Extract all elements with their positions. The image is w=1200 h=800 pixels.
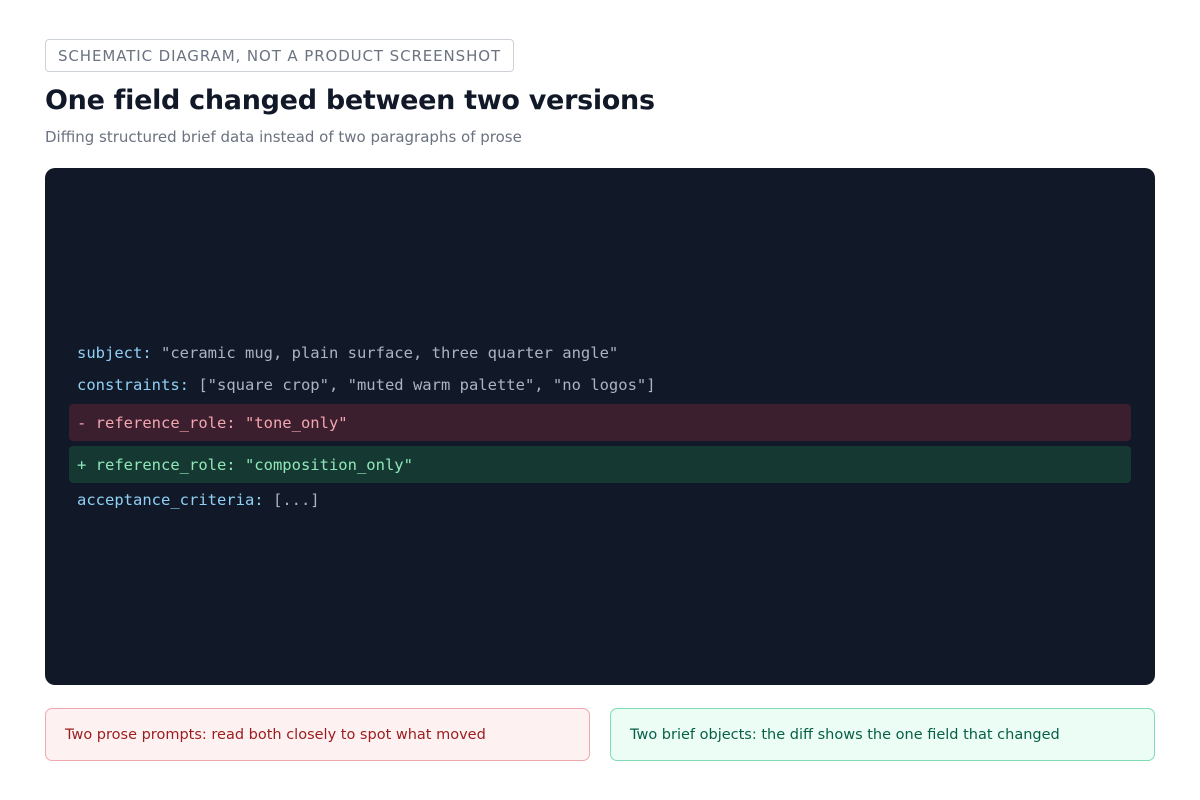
diff-added-line: + reference_role: "composition_only" <box>69 446 1131 483</box>
constraints-value: ["square crop", "muted warm palette", "n… <box>198 376 656 394</box>
acceptance-key: acceptance_criteria: <box>77 491 264 509</box>
subject-key: subject: <box>77 344 152 362</box>
diagram-tag: SCHEMATIC DIAGRAM, NOT A PRODUCT SCREENS… <box>45 39 515 72</box>
code-diff-panel: subject: "ceramic mug, plain surface, th… <box>45 168 1155 685</box>
page-subtitle: Diffing structured brief data instead of… <box>45 128 522 146</box>
diff-removed-line: - reference_role: "tone_only" <box>69 404 1131 441</box>
constraints-key: constraints: <box>77 376 189 394</box>
code-line-acceptance: acceptance_criteria: [...] <box>77 490 320 510</box>
diagram-page: SCHEMATIC DIAGRAM, NOT A PRODUCT SCREENS… <box>0 0 1200 800</box>
code-line-constraints: constraints: ["square crop", "muted warm… <box>77 375 656 395</box>
subject-value: "ceramic mug, plain surface, three quart… <box>161 344 619 362</box>
brief-note: Two brief objects: the diff shows the on… <box>610 708 1155 761</box>
acceptance-value: [...] <box>272 491 320 509</box>
prose-note: Two prose prompts: read both closely to … <box>45 708 590 761</box>
page-title: One field changed between two versions <box>45 85 655 116</box>
code-line-subject: subject: "ceramic mug, plain surface, th… <box>77 343 618 363</box>
